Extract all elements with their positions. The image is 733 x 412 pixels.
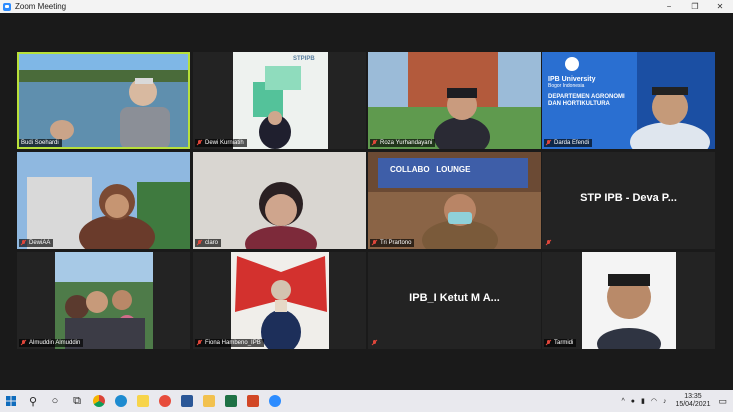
close-button[interactable]: ✕ — [707, 0, 733, 13]
mic-muted-icon — [546, 340, 551, 346]
mic-muted-icon — [372, 140, 377, 146]
minimize-button[interactable]: − — [656, 0, 682, 13]
mic-muted-icon — [197, 240, 202, 246]
participant-name-label: claro — [195, 239, 222, 247]
participant-video — [233, 52, 328, 149]
participant-name-label: Almuddin Almuddin — [19, 339, 84, 347]
participant-name-label: Darda Efendi — [544, 139, 593, 147]
wifi-icon[interactable]: ◠ — [651, 397, 657, 405]
participant-display-name: IPB_I Ketut M A... — [409, 292, 500, 304]
mic-muted-icon — [372, 240, 377, 246]
participant-video — [17, 152, 190, 249]
excel-icon[interactable] — [220, 390, 242, 412]
video-tile[interactable]: STP IPB - Deva P... — [542, 152, 715, 249]
title-bar: Zoom Meeting − ❐ ✕ — [0, 0, 733, 13]
participant-video — [17, 52, 190, 149]
system-tray: ^ ● ▮ ◠ ♪ 13:35 15/04/2021 ▭ — [618, 390, 733, 412]
participant-name-label: Roza Yurhandayani — [370, 139, 436, 147]
video-tile[interactable]: claro — [193, 152, 366, 249]
network-icon[interactable]: ▮ — [641, 397, 645, 405]
participant-name-label: DewiAA — [19, 239, 54, 247]
video-tile[interactable]: Budi Soehardi — [17, 52, 190, 149]
participant-name-label: Dewi Kurniatih — [195, 139, 247, 147]
chrome-icon[interactable] — [88, 390, 110, 412]
participant-name-label: Tri Prartono — [370, 239, 415, 247]
zoom-icon[interactable] — [264, 390, 286, 412]
participant-name-label — [544, 239, 557, 247]
windows-start-icon[interactable] — [0, 390, 22, 412]
mic-muted-icon — [197, 340, 202, 346]
participant-video — [368, 52, 541, 149]
video-tile[interactable]: COLLABO LOUNGE Tri Prartono — [368, 152, 541, 249]
video-tile[interactable]: Roza Yurhandayani — [368, 52, 541, 149]
mic-muted-icon — [197, 140, 202, 146]
sticky-notes-icon[interactable] — [132, 390, 154, 412]
maximize-button[interactable]: ❐ — [682, 0, 708, 13]
participant-name-label: Tarmidi — [544, 339, 577, 347]
stp-logo: STPIPB — [293, 56, 315, 62]
chevron-up-icon[interactable]: ^ — [621, 398, 624, 405]
task-view-icon[interactable]: ⧉ — [66, 390, 88, 412]
video-tile[interactable]: DewiAA — [17, 152, 190, 249]
video-tile[interactable]: STPIPB Dewi Kurniatih — [193, 52, 366, 149]
participant-name-label: Fiona Hambeno_IPB — [195, 339, 264, 347]
mic-muted-icon — [21, 240, 26, 246]
microphone-icon[interactable]: ● — [631, 398, 635, 405]
zoom-logo-icon — [3, 2, 11, 11]
participant-video — [582, 252, 676, 349]
participant-name-label: Budi Soehardi — [19, 139, 62, 147]
participant-video — [55, 252, 153, 349]
participant-video — [193, 152, 366, 249]
mic-muted-icon — [546, 240, 551, 246]
participant-video — [231, 252, 329, 349]
powerpoint-icon[interactable] — [242, 390, 264, 412]
video-tile[interactable]: Almuddin Almuddin — [17, 252, 190, 349]
volume-icon[interactable]: ♪ — [663, 398, 667, 405]
video-tile[interactable]: Tarmidi — [542, 252, 715, 349]
video-tile[interactable]: IPB University Bogor Indonesia DEPARTEME… — [542, 52, 715, 149]
cortana-icon[interactable]: ○ — [44, 390, 66, 412]
participant-display-name: STP IPB - Deva P... — [580, 192, 677, 204]
window-title: Zoom Meeting — [15, 2, 67, 11]
clock[interactable]: 13:35 15/04/2021 — [675, 393, 710, 409]
mic-muted-icon — [546, 140, 551, 146]
notification-icon[interactable]: ▭ — [718, 396, 727, 407]
windows-taskbar: ⚲ ○ ⧉ ^ ● ▮ ◠ ♪ 13:35 15/04/2021 ▭ — [0, 390, 733, 412]
collab-lounge-sign: COLLABO LOUNGE — [390, 165, 471, 174]
video-tile[interactable]: Fiona Hambeno_IPB — [193, 252, 366, 349]
word-icon[interactable] — [176, 390, 198, 412]
gallery-view: Budi Soehardi STPIPB Dewi Kurniatih Roza… — [0, 13, 733, 390]
mic-muted-icon — [21, 340, 26, 346]
video-tile[interactable]: IPB_I Ketut M A... — [368, 252, 541, 349]
search-icon[interactable]: ⚲ — [22, 390, 44, 412]
ipb-banner: IPB University Bogor Indonesia DEPARTEME… — [548, 76, 625, 107]
file-explorer-icon[interactable] — [198, 390, 220, 412]
app-red-icon[interactable] — [154, 390, 176, 412]
participant-name-label — [370, 339, 383, 347]
edge-icon[interactable] — [110, 390, 132, 412]
mic-muted-icon — [372, 340, 377, 346]
